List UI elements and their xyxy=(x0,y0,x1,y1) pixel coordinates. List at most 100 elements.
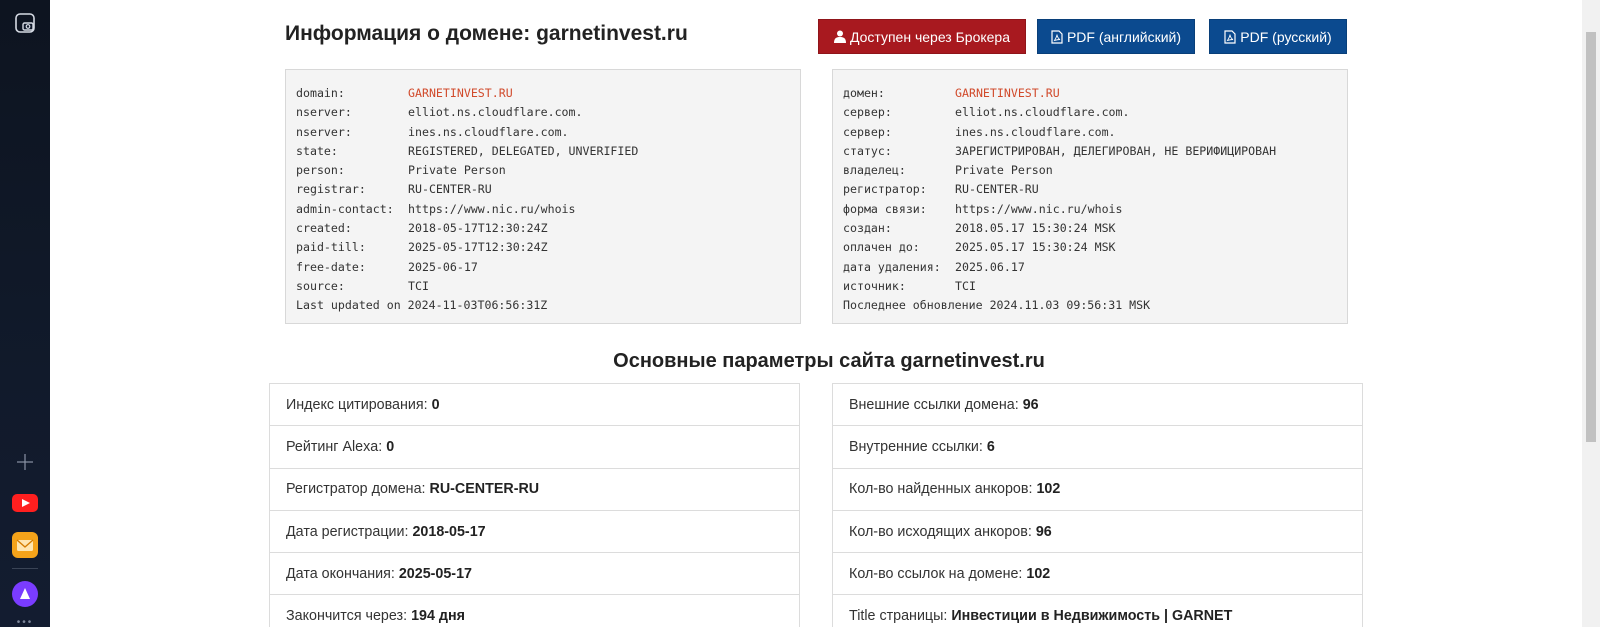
param-row: Title страницы: Инвестиции в Недвижимость… xyxy=(833,595,1362,627)
param-row: Кол-во исходящих анкоров: 96 xyxy=(833,511,1362,554)
more-icon[interactable]: ••• xyxy=(0,616,50,627)
whois-value: 2018.05.17 15:30:24 MSK xyxy=(955,221,1116,236)
param-label: Внутренние ссылки: xyxy=(849,438,983,455)
whois-key: nserver: xyxy=(296,105,352,120)
whois-key: форма связи: xyxy=(843,201,927,216)
whois-key: created: xyxy=(296,221,352,236)
param-label: Кол-во исходящих анкоров: xyxy=(849,523,1032,540)
param-value: Инвестиции в Недвижимость | GARNET xyxy=(951,608,1233,625)
youtube-icon[interactable] xyxy=(0,490,50,516)
param-label: Рейтинг Alexa: xyxy=(286,438,383,455)
whois-row: домен: GARNETINVEST.RU xyxy=(843,84,1337,103)
whois-row: nserver: ines.ns.cloudflare.com. xyxy=(296,123,790,142)
section-title: Основные параметры сайта garnetinvest.ru xyxy=(613,350,1045,372)
whois-row: free-date: 2025-06-17 xyxy=(296,258,790,277)
broker-button[interactable]: Доступен через Брокера xyxy=(818,19,1026,54)
param-value: 96 xyxy=(1022,396,1039,413)
whois-value: RU-CENTER-RU xyxy=(955,182,1039,197)
whois-row: created: 2018-05-17T12:30:24Z xyxy=(296,219,790,238)
whois-value: ЗАРЕГИСТРИРОВАН, ДЕЛЕГИРОВАН, НЕ ВЕРИФИЦ… xyxy=(955,143,1277,158)
whois-value: https://www.nic.ru/whois xyxy=(955,201,1123,216)
whois-key: source: xyxy=(296,278,345,293)
param-row: Дата регистрации: 2018-05-17 xyxy=(270,511,799,554)
pdf-english-label: PDF (английский) xyxy=(1066,28,1182,45)
whois-row: оплачен до: 2025.05.17 15:30:24 MSK xyxy=(843,238,1337,257)
whois-row: source: TCI xyxy=(296,277,790,296)
whois-row: сервер: elliot.ns.cloudflare.com. xyxy=(843,103,1337,122)
whois-english-block: domain: GARNETINVEST.RU nserver: elliot.ns.… xyxy=(285,69,801,324)
whois-key: paid-till: xyxy=(296,240,366,255)
whois-key: оплачен до: xyxy=(843,240,920,255)
whois-row: источник: TCI xyxy=(843,277,1337,296)
param-value: 96 xyxy=(1035,523,1052,540)
whois-updated: Последнее обновление 2024.11.03 09:56:31… xyxy=(843,298,1151,313)
alice-icon[interactable] xyxy=(0,578,50,610)
param-value: RU-CENTER-RU xyxy=(429,481,540,498)
param-row: Внешние ссылки домена: 96 xyxy=(833,384,1362,427)
whois-row: дата удаления: 2025.06.17 xyxy=(843,258,1337,277)
param-row: Индекс цитирования: 0 xyxy=(270,384,799,427)
param-value: 6 xyxy=(986,438,995,455)
whois-key: дата удаления: xyxy=(843,259,941,274)
param-value: 2018-05-17 xyxy=(412,523,486,540)
whois-domain-link[interactable]: GARNETINVEST.RU xyxy=(955,86,1060,100)
whois-key: person: xyxy=(296,163,345,178)
whois-key: free-date: xyxy=(296,259,366,274)
param-row: Кол-во найденных анкоров: 102 xyxy=(833,469,1362,511)
whois-row: статус: ЗАРЕГИСТРИРОВАН, ДЕЛЕГИРОВАН, НЕ … xyxy=(843,142,1337,161)
whois-key: регистратор: xyxy=(843,182,927,197)
pdf-russian-button[interactable]: PDF (русский) xyxy=(1209,19,1347,54)
whois-row: domain: GARNETINVEST.RU xyxy=(296,84,790,103)
whois-row: state: REGISTERED, DELEGATED, UNVERIFIED xyxy=(296,142,790,161)
param-value: 102 xyxy=(1036,481,1061,498)
whois-row: person: Private Person xyxy=(296,161,790,180)
page-scrollbar[interactable] xyxy=(1582,0,1600,627)
whois-value: 2025.06.17 xyxy=(955,259,1025,274)
param-label: Дата окончания: xyxy=(286,565,395,582)
param-label: Title страницы: xyxy=(849,608,948,625)
param-label: Кол-во найденных анкоров: xyxy=(849,481,1033,498)
param-value: 102 xyxy=(1026,565,1051,582)
whois-row: registrar: RU-CENTER-RU xyxy=(296,180,790,199)
param-label: Регистратор домена: xyxy=(286,481,426,498)
browser-sidebar: ••• xyxy=(0,0,50,627)
whois-key: nserver: xyxy=(296,124,352,139)
whois-domain-link[interactable]: GARNETINVEST.RU xyxy=(408,86,513,100)
whois-value: REGISTERED, DELEGATED, UNVERIFIED xyxy=(408,143,639,158)
param-label: Закончится через: xyxy=(286,608,408,625)
whois-value: TCI xyxy=(955,278,976,293)
user-icon xyxy=(833,30,846,43)
whois-value: elliot.ns.cloudflare.com. xyxy=(955,105,1130,120)
whois-key: статус: xyxy=(843,143,892,158)
whois-russian-block: домен: GARNETINVEST.RU сервер: elliot.ns.cl… xyxy=(832,69,1348,324)
whois-row: сервер: ines.ns.cloudflare.com. xyxy=(843,123,1337,142)
param-row: Кол-во ссылок на домене: 102 xyxy=(833,553,1362,596)
param-row: Внутренние ссылки: 6 xyxy=(833,426,1362,469)
whois-row: создан: 2018.05.17 15:30:24 MSK xyxy=(843,219,1337,238)
pdf-english-button[interactable]: PDF (английский) xyxy=(1037,19,1195,54)
param-row: Дата окончания: 2025-05-17 xyxy=(270,553,799,596)
whois-value: elliot.ns.cloudflare.com. xyxy=(408,105,583,120)
params-right-list: Внешние ссылки домена: 96 Внутренние ссылк… xyxy=(832,383,1363,627)
mail-icon[interactable] xyxy=(0,528,50,562)
param-row: Регистратор домена: RU-CENTER-RU xyxy=(270,469,799,511)
whois-value: 2018-05-17T12:30:24Z xyxy=(408,221,548,236)
whois-row: nserver: elliot.ns.cloudflare.com. xyxy=(296,103,790,122)
whois-value: 2025-05-17T12:30:24Z xyxy=(408,240,548,255)
param-value: 194 дня xyxy=(411,608,465,625)
whois-value: https://www.nic.ru/whois xyxy=(408,201,576,216)
param-value: 0 xyxy=(431,396,440,413)
title-prefix: Информация о домене: xyxy=(285,22,531,45)
param-row: Закончится через: 194 дня xyxy=(270,595,799,627)
whois-key: admin-contact: xyxy=(296,201,394,216)
whois-row: владелец: Private Person xyxy=(843,161,1337,180)
param-label: Дата регистрации: xyxy=(286,523,409,540)
screenshot-icon[interactable] xyxy=(0,8,50,38)
scrollbar-thumb[interactable] xyxy=(1586,32,1596,442)
page-title: Информация о домене: garnetinvest.ru xyxy=(285,22,688,46)
whois-row: форма связи: https://www.nic.ru/whois xyxy=(843,200,1337,219)
broker-button-label: Доступен через Брокера xyxy=(849,28,1011,45)
params-left-list: Индекс цитирования: 0 Рейтинг Alexa: 0 Регис… xyxy=(269,383,800,627)
plus-icon[interactable] xyxy=(0,448,50,476)
param-row: Рейтинг Alexa: 0 xyxy=(270,426,799,469)
